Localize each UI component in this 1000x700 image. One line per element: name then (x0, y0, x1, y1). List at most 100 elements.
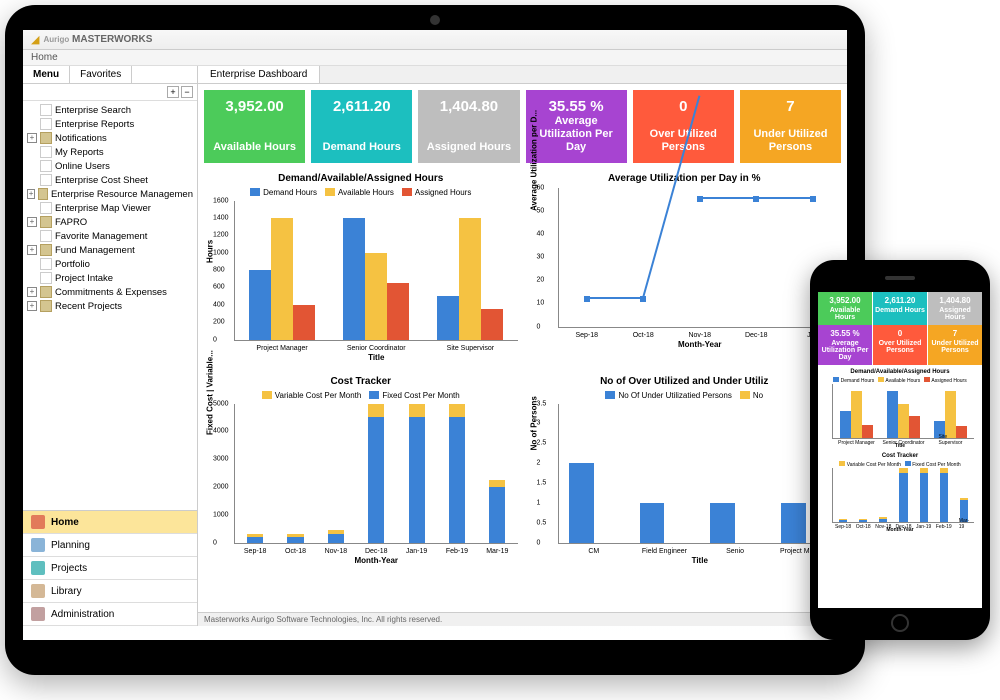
chart-demand-avail-assigned: Demand/Available/Assigned HoursDemand Ho… (204, 173, 518, 366)
nav-label: Planning (51, 540, 90, 551)
bar (569, 463, 594, 542)
legend-swatch (369, 391, 379, 399)
tree-item-label: Favorite Management (55, 231, 147, 242)
nav-item-library[interactable]: Library (23, 580, 197, 603)
module-icon (31, 515, 45, 529)
y-tick: 2 (537, 460, 541, 467)
kpi-card[interactable]: 7Under Utilized Persons (928, 325, 982, 365)
y-tick: 200 (213, 319, 225, 326)
nav-item-administration[interactable]: Administration (23, 603, 197, 626)
expand-icon[interactable]: + (27, 301, 37, 311)
phone-kpi-row: 35.55 %Average Utilization Per Day0Over … (818, 325, 982, 365)
x-tick: Sep-18 (244, 548, 267, 555)
bar (368, 404, 384, 418)
x-tick: Oct-18 (633, 332, 654, 339)
tab-menu[interactable]: Menu (23, 66, 70, 83)
tree-item[interactable]: Portfolio (25, 257, 195, 271)
collapse-all-icon[interactable]: − (181, 86, 193, 98)
tree-item[interactable]: + Fund Management (25, 243, 195, 257)
nav-item-projects[interactable]: Projects (23, 557, 197, 580)
kpi-card[interactable]: 2,611.20Demand Hours (873, 292, 927, 325)
tree-item[interactable]: My Reports (25, 145, 195, 159)
bar (271, 218, 293, 340)
document-icon (40, 202, 52, 214)
logo-icon: ◢ (31, 33, 39, 46)
expand-icon[interactable]: + (27, 217, 37, 227)
tree-item[interactable]: +Recent Projects (25, 299, 195, 313)
y-tick: 1600 (213, 197, 229, 204)
bar (328, 530, 344, 534)
expand-icon[interactable]: + (27, 245, 37, 255)
bar (449, 404, 465, 418)
tree-item[interactable]: Project Intake (25, 271, 195, 285)
home-button-icon[interactable] (891, 614, 909, 632)
kpi-value: 0 (637, 98, 730, 115)
x-tick: Jan-19 (406, 548, 427, 555)
kpi-card[interactable]: 7Under Utilized Persons (740, 90, 841, 163)
x-axis-label: Month-Year (678, 340, 722, 349)
kpi-card[interactable]: 2,611.20Demand Hours (311, 90, 412, 163)
tree-item-label: Enterprise Cost Sheet (55, 175, 148, 186)
legend-item: Fixed Cost Per Month (369, 391, 459, 400)
sidebar-tabs: Menu Favorites (23, 66, 197, 84)
expand-icon[interactable]: + (27, 189, 35, 199)
tree-item-label: Fund Management (55, 245, 135, 256)
x-axis-label: Month-Year (354, 556, 398, 565)
tree-item[interactable]: +Enterprise Resource Managemen (25, 187, 195, 201)
tree-item[interactable]: + Commitments & Expenses (25, 285, 195, 299)
chart-legend: Demand HoursAvailable HoursAssigned Hour… (204, 188, 518, 197)
bar (851, 391, 862, 438)
kpi-label: Assigned Hours (422, 141, 515, 154)
expand-icon[interactable]: + (27, 133, 37, 143)
plot-area: Average Utilization per D...Month-Year01… (558, 188, 842, 328)
tree-item[interactable]: Enterprise Search (25, 103, 195, 117)
expand-icon[interactable]: + (27, 287, 37, 297)
legend-label: Assigned Hours (415, 188, 471, 197)
data-point (584, 296, 590, 302)
kpi-card[interactable]: 3,952.00Available Hours (818, 292, 872, 325)
tree-item[interactable]: Enterprise Cost Sheet (25, 173, 195, 187)
kpi-value: 1,404.80 (422, 98, 515, 115)
kpi-value: 35.55 % (530, 98, 623, 115)
legend-label: Available Hours (338, 188, 394, 197)
tab-favorites[interactable]: Favorites (70, 66, 132, 83)
tab-enterprise-dashboard[interactable]: Enterprise Dashboard (198, 66, 320, 83)
camera-icon (430, 15, 440, 25)
kpi-card[interactable]: 1,404.80 Assigned Hours (418, 90, 519, 163)
nav-label: Home (51, 517, 79, 528)
tree-item[interactable]: Favorite Management (25, 229, 195, 243)
tree-item-label: My Reports (55, 147, 104, 158)
chart-cost-tracker: Cost TrackerVariable Cost Per MonthFixed… (204, 376, 518, 569)
document-icon (40, 272, 52, 284)
y-tick: 1 (537, 499, 541, 506)
chart-title: Cost Tracker (818, 453, 982, 459)
tree-item[interactable]: +FAPRO (25, 215, 195, 229)
tree-item[interactable]: +Notifications (25, 131, 195, 145)
nav-label: Administration (51, 609, 114, 620)
kpi-label: Under Utilized Persons (744, 128, 837, 154)
expand-all-icon[interactable]: + (167, 86, 179, 98)
breadcrumb[interactable]: Home (23, 50, 847, 66)
tree-item-label: Commitments & Expenses (55, 287, 167, 298)
kpi-card[interactable]: 3,952.00Available Hours (204, 90, 305, 163)
legend-item: Assigned Hours (924, 377, 966, 384)
y-tick: 60 (537, 184, 545, 191)
kpi-card[interactable]: 35.55 %Average Utilization Per Day (526, 90, 627, 163)
bar (247, 537, 263, 543)
tree-item[interactable]: Enterprise Reports (25, 117, 195, 131)
nav-item-planning[interactable]: Planning (23, 534, 197, 557)
bar (710, 503, 735, 543)
kpi-card[interactable]: 0Over Utilized Persons (873, 325, 927, 365)
x-tick: Feb-19 (446, 548, 468, 555)
bar (437, 296, 459, 339)
kpi-card[interactable]: 1,404.80Assigned Hours (928, 292, 982, 325)
chart-over-under: No of Over Utilized and Under UtilizNo O… (528, 376, 842, 569)
nav-item-home[interactable]: Home (23, 511, 197, 534)
tree-item[interactable]: Enterprise Map Viewer (25, 201, 195, 215)
kpi-value: 2,611.20 (315, 98, 408, 115)
module-nav: Home Planning ProjectsLibrary Administratio… (23, 510, 197, 626)
tree-item[interactable]: Online Users (25, 159, 195, 173)
footer-text: Masterworks Aurigo Software Technologies… (198, 612, 847, 626)
kpi-card[interactable]: 35.55 %Average Utilization Per Day (818, 325, 872, 365)
y-tick: 50 (537, 207, 545, 214)
